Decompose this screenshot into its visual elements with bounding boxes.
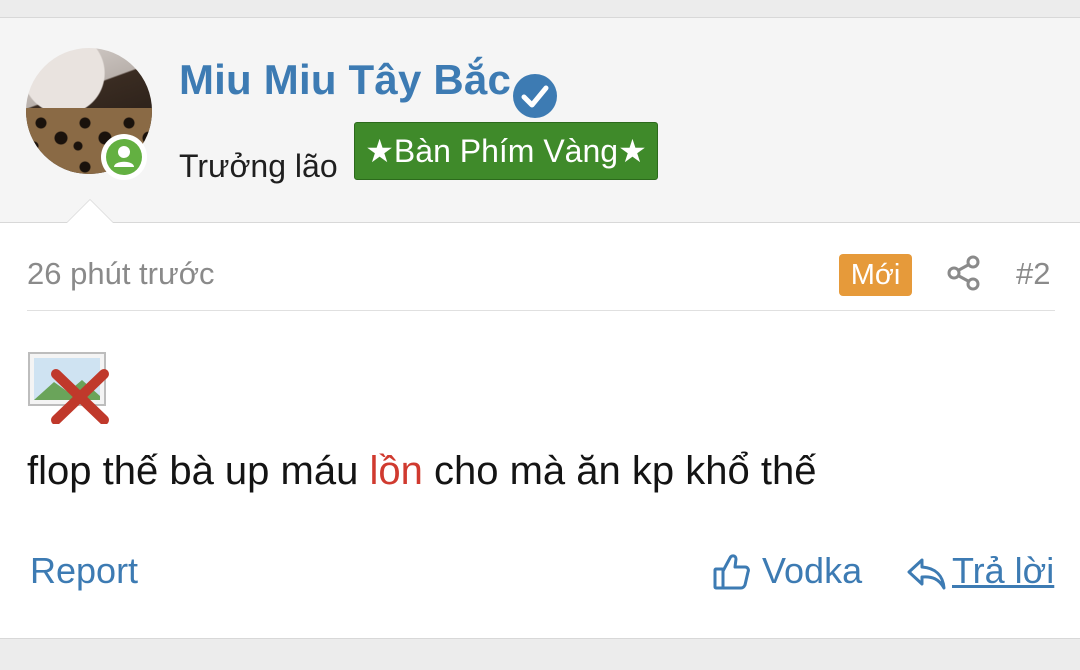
user-arrow bbox=[66, 199, 114, 223]
reply-icon[interactable] bbox=[906, 554, 948, 592]
post-card: Miu Miu Tây Bắc Trưởng lão ★Bàn Phím Vàn… bbox=[0, 17, 1080, 639]
new-badge: Mới bbox=[839, 254, 912, 296]
online-status-icon bbox=[101, 134, 147, 180]
like-icon[interactable] bbox=[712, 552, 752, 592]
message-highlight: lồn bbox=[369, 449, 423, 493]
user-header: Miu Miu Tây Bắc Trưởng lão ★Bàn Phím Vàn… bbox=[0, 18, 1080, 223]
message-text: flop thế bà up máu bbox=[27, 449, 370, 493]
divider bbox=[27, 310, 1055, 311]
post-message: flop thế bà up máu lồn cho mà ăn kp khổ … bbox=[27, 449, 816, 494]
user-banner: ★Bàn Phím Vàng★ bbox=[354, 122, 658, 180]
report-link[interactable]: Report bbox=[30, 550, 138, 592]
like-button[interactable]: Vodka bbox=[762, 550, 862, 592]
broken-image-icon bbox=[28, 352, 109, 424]
reply-button[interactable]: Trả lời bbox=[952, 550, 1054, 592]
message-text-end: cho mà ăn kp khổ thế bbox=[422, 449, 817, 493]
verified-check-icon bbox=[513, 74, 557, 118]
post-number[interactable]: #2 bbox=[1016, 256, 1050, 292]
username[interactable]: Miu Miu Tây Bắc bbox=[179, 56, 511, 104]
share-icon[interactable] bbox=[945, 254, 983, 292]
post-time[interactable]: 26 phút trước bbox=[27, 256, 215, 292]
user-title: Trưởng lão bbox=[179, 148, 338, 184]
